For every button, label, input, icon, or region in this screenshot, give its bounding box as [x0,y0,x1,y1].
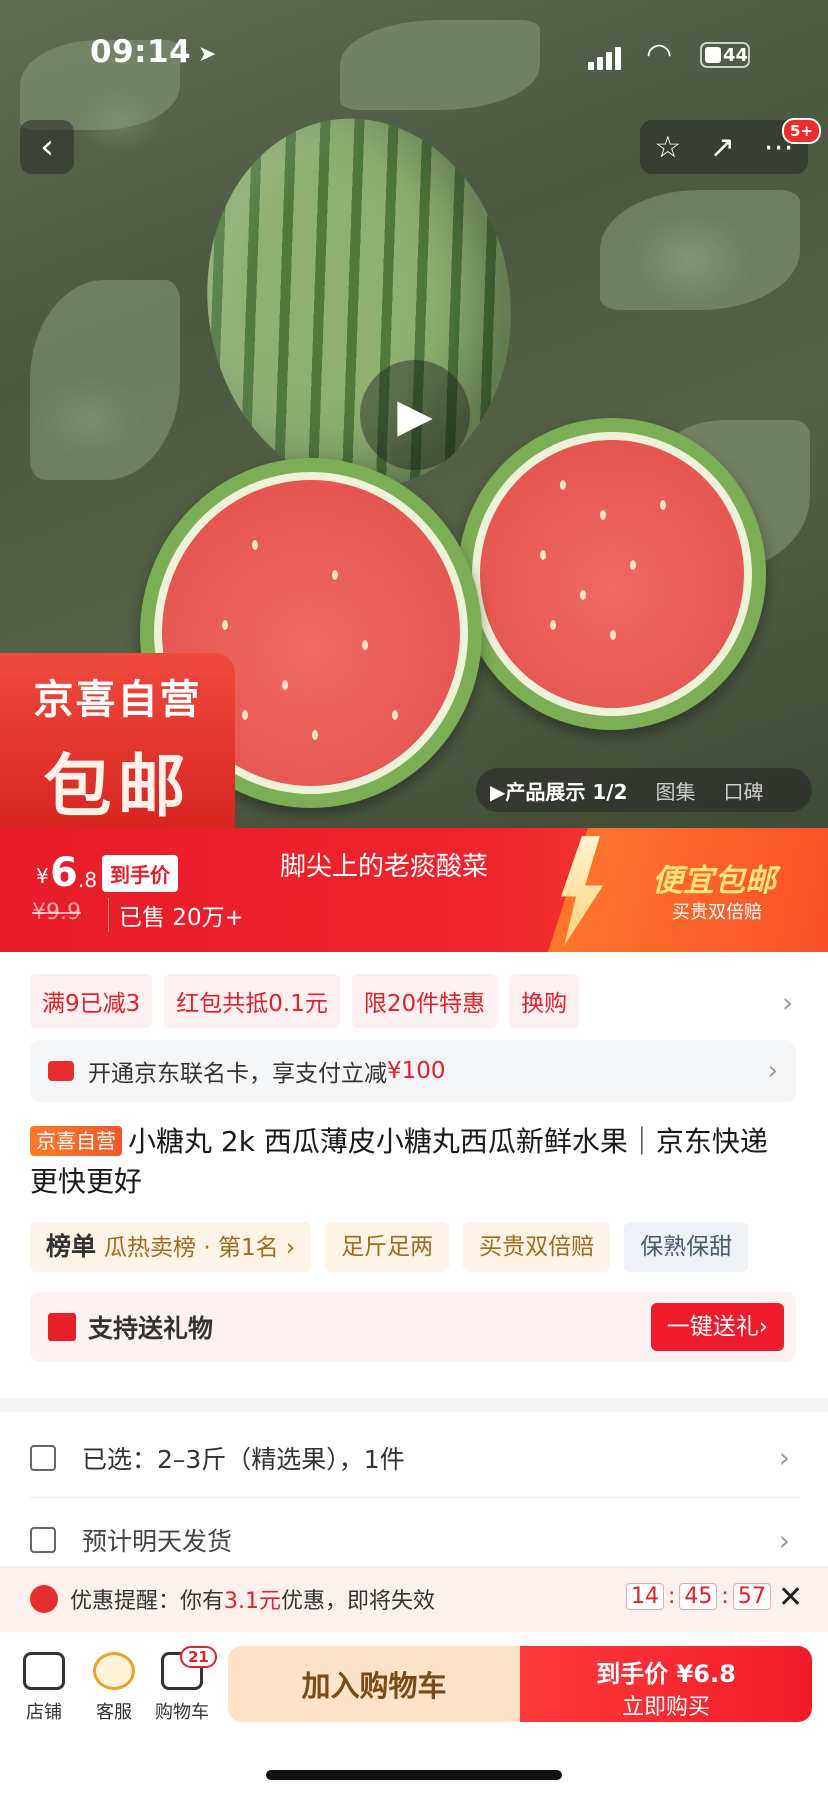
truck-icon [30,1527,56,1553]
price-integer: 6 [50,850,78,896]
tab-reviews[interactable]: 口碑 [709,776,777,805]
card-icon [48,1061,74,1081]
watermelon-half [458,418,766,730]
feature-chip[interactable]: 买贵双倍赔 [463,1222,611,1272]
section-divider [0,1398,828,1412]
buy-price: 到手价 ¥6.8 [596,1660,736,1688]
leaf-decor [30,280,180,480]
shop-label: 店铺 [26,1702,62,1723]
shipping-text: 预计明天发货 [82,1527,233,1556]
promo-subtitle: 买贵双倍赔 [672,902,762,923]
credit-card-offer[interactable]: 开通京东联名卡，享支付立减 ¥100 › [30,1040,796,1102]
promo-tag[interactable]: 换购 [509,974,580,1028]
customer-service-icon [93,1652,135,1690]
tab-gallery[interactable]: 图集 [641,776,709,805]
spec-icon [30,1444,56,1471]
cart-label: 购物车 [155,1702,209,1723]
feature-chips: 榜单 瓜热卖榜 · 第1名 › 足斤足两 买贵双倍赔 保熟保甜 [30,1222,749,1272]
sold-count: 已售 20万+ [108,898,244,932]
ranking-chip[interactable]: 榜单 瓜热卖榜 · 第1名 › [30,1222,312,1272]
chevron-right-icon[interactable]: › [782,986,793,1019]
home-indicator [266,1770,562,1780]
buy-now-button[interactable]: 到手价 ¥6.8 立即购买 [520,1646,812,1722]
spec-selector[interactable]: 已选：2–3斤（精选果），1件 › [30,1418,800,1498]
gift-text: 支持送礼物 [88,1314,214,1343]
service-label: 客服 [96,1702,132,1723]
buy-label: 立即购买 [621,1695,710,1720]
message-badge: 5+ [782,118,822,144]
reminder-suffix: 优惠，即将失效 [281,1589,436,1614]
product-title: 小糖丸 2k 西瓜薄皮小糖丸西瓜新鲜水果｜京东快递 更快更好 [30,1125,768,1198]
chevron-right-icon: › [767,1056,778,1086]
leaf-decor [600,190,800,310]
chevron-left-icon: ‹ [40,127,54,167]
play-video-icon[interactable]: ▶ [360,360,470,470]
promo-tag[interactable]: 满9已减3 [30,974,153,1028]
rank-text: 瓜热卖榜 · 第1名 › [104,1235,296,1261]
promo-tag[interactable]: 红包共抵0.1元 [164,974,340,1028]
service-button[interactable]: 客服 [84,1652,144,1724]
price-decimal: .8 [78,868,98,892]
price-currency: ¥ [36,864,49,888]
chevron-right-icon: › [778,1441,790,1474]
reminder-amount: 3.1元 [224,1589,282,1614]
store-icon [23,1652,65,1690]
selected-spec: 已选：2–3斤（精选果），1件 [82,1444,405,1474]
location-arrow-icon: ➤ [198,42,217,67]
promo-tags[interactable]: 满9已减3 红包共抵0.1元 限20件特惠 换购 [30,974,580,1028]
self-operated-badge: 京喜自营 [30,1126,122,1156]
gallery-tabs: ▶产品展示 1/2 图集 口碑 [476,768,812,812]
wifi-icon: ◠ [646,37,673,72]
price-slogan: 脚尖上的老痰酸菜 [280,852,489,882]
card-offer-amount: ¥100 [387,1058,446,1084]
promo-tag[interactable]: 限20件特惠 [351,974,498,1028]
tab-product-show[interactable]: ▶产品展示 1/2 [476,776,641,805]
chevron-right-icon: › [778,1523,790,1557]
feature-chip[interactable]: 足斤足两 [325,1222,450,1272]
card-offer-text: 开通京东联名卡，享支付立减 [88,1061,387,1087]
back-button[interactable]: ‹ [20,120,74,174]
battery-icon: 44 [700,42,750,68]
sticker-line2: 包邮 [43,748,192,827]
rank-label: 榜单 [46,1232,97,1261]
original-price: ¥9.9 [32,900,81,925]
promo-title: 便宜包邮 [652,863,776,899]
whole-watermelon [183,98,535,508]
close-icon[interactable]: ✕ [778,1580,803,1615]
status-bar: 09:14 ➤ ◠ 44 [0,0,828,110]
sticker-line1: 京喜自营 [33,677,202,723]
timer-minutes: 45 [679,1583,718,1610]
gift-icon [48,1313,76,1341]
feature-chip[interactable]: 保熟保甜 [624,1222,749,1272]
add-to-cart-button[interactable]: 加入购物车 [228,1646,520,1722]
jingxi-sticker: 京喜自营 包邮 [0,653,235,828]
star-icon[interactable]: ☆ [654,130,681,165]
timer-hours: 14 [626,1583,664,1610]
timer-seconds: 57 [732,1583,771,1610]
battery-level: 44 [723,44,749,66]
cellular-signal-icon [588,46,622,70]
shop-button[interactable]: 店铺 [14,1652,74,1724]
share-icon[interactable]: ↗ [710,130,735,165]
clock-icon [30,1585,58,1613]
product-page: ▶ 09:14 ➤ ◠ 44 ‹ ☆ ↗ ⋯ 5+ 京喜自营 包邮 ▶产品展示 … [0,0,828,1795]
product-title-block: 京喜自营 小糖丸 2k 西瓜薄皮小糖丸西瓜新鲜水果｜京东快递 更快更好 [30,1122,800,1202]
gift-banner: 支持送礼物 一键送礼› [30,1292,796,1362]
countdown-timer: 14:45:57 [626,1583,771,1610]
reminder-prefix: 优惠提醒：你有 [70,1589,225,1614]
send-gift-button[interactable]: 一键送礼› [650,1303,784,1351]
cart-count-badge: 21 [180,1646,217,1668]
final-price-tag: 到手价 [102,855,178,892]
status-time: 09:14 [90,34,192,70]
